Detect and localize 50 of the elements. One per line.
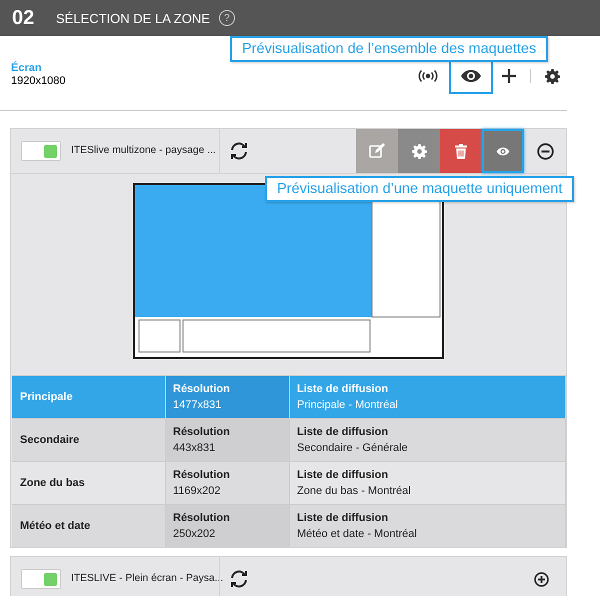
screen-label: Écran	[11, 62, 43, 75]
toggle-switch[interactable]	[21, 569, 61, 589]
delete-button[interactable]	[440, 129, 482, 173]
screen-resolution: 1920x1080	[11, 75, 66, 88]
edit-icon	[369, 143, 385, 159]
collapse-icon	[536, 142, 554, 160]
preview-all-button[interactable]	[451, 60, 491, 92]
resolution-value: 1169x202	[173, 484, 222, 499]
plus-icon	[502, 69, 516, 83]
gear-icon	[545, 68, 560, 84]
edit-button[interactable]	[356, 129, 398, 173]
playlist-label: Liste de diffusion	[297, 468, 390, 483]
resolution-value: 1477x831	[173, 398, 222, 413]
resolution-label: Résolution	[173, 382, 231, 397]
section-title: SÉLECTION DE LA ZONE	[56, 10, 210, 26]
preview-button[interactable]	[482, 129, 524, 173]
playlist-value: Météo et date - Montréal	[297, 527, 418, 542]
step-number: 02	[12, 6, 36, 30]
broadcast-icon	[418, 70, 438, 82]
playlist-label: Liste de diffusion	[297, 425, 390, 440]
callout-tooltip: Prévisualisation d’une maquette uniquement	[265, 176, 574, 202]
playlist-label: Liste de diffusion	[297, 382, 390, 397]
playlist-value: Secondaire - Générale	[297, 441, 409, 456]
help-icon[interactable]: ?	[218, 10, 235, 26]
resolution-label: Résolution	[173, 468, 231, 483]
zone-name[interactable]: Secondaire	[20, 432, 165, 448]
playlist-value: Principale - Montréal	[297, 398, 399, 413]
zone-name[interactable]: Météo et date	[20, 518, 165, 534]
resolution-value: 250x202	[173, 527, 216, 542]
playlist-value: Zone du bas - Montréal	[297, 484, 412, 499]
refresh-icon	[228, 569, 250, 589]
layout-title: ITESlive multizone - paysage ...	[71, 144, 217, 158]
broadcast-button[interactable]	[418, 70, 438, 82]
zone-preview[interactable]	[138, 320, 180, 352]
refresh-icon	[228, 141, 250, 161]
callout-tooltip: Prévisualisation de l’ensemble des maquettes	[230, 36, 548, 62]
settings-button[interactable]	[545, 68, 560, 84]
trash-icon	[455, 144, 467, 158]
resolution-label: Résolution	[173, 511, 231, 526]
resolution-label: Résolution	[173, 425, 231, 440]
zone-name[interactable]: Zone du bas	[20, 475, 165, 491]
zone-preview[interactable]	[182, 320, 370, 352]
eye-icon	[496, 146, 510, 156]
playlist-label: Liste de diffusion	[297, 511, 390, 526]
gear-icon	[412, 144, 426, 158]
resolution-value: 443x831	[173, 441, 216, 456]
eye-icon	[460, 69, 482, 83]
toggle-switch[interactable]	[21, 141, 61, 161]
expand-icon	[534, 572, 548, 586]
add-button[interactable]	[502, 69, 516, 83]
